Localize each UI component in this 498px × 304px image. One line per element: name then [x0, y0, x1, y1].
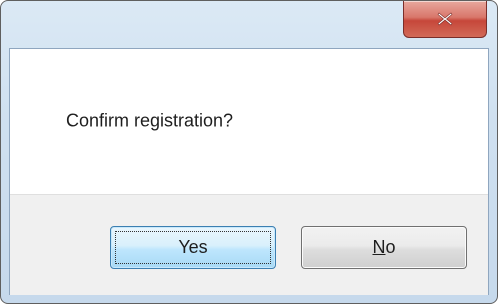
dialog-window: Confirm registration? Yes No	[0, 0, 498, 304]
title-bar[interactable]	[1, 1, 497, 48]
message-text: Confirm registration?	[66, 110, 234, 131]
button-bar: Yes No	[10, 194, 488, 295]
yes-button-label: Yes	[178, 237, 208, 257]
no-button-label-rest: o	[385, 237, 396, 257]
close-icon	[437, 12, 453, 26]
no-button[interactable]: No	[301, 226, 467, 269]
yes-button[interactable]: Yes	[110, 226, 276, 269]
dialog-body: Confirm registration? Yes No	[9, 48, 489, 295]
no-button-label: No	[372, 237, 395, 258]
message-area: Confirm registration?	[10, 49, 488, 194]
close-button[interactable]	[403, 1, 487, 38]
no-button-mnemonic: N	[372, 237, 386, 257]
